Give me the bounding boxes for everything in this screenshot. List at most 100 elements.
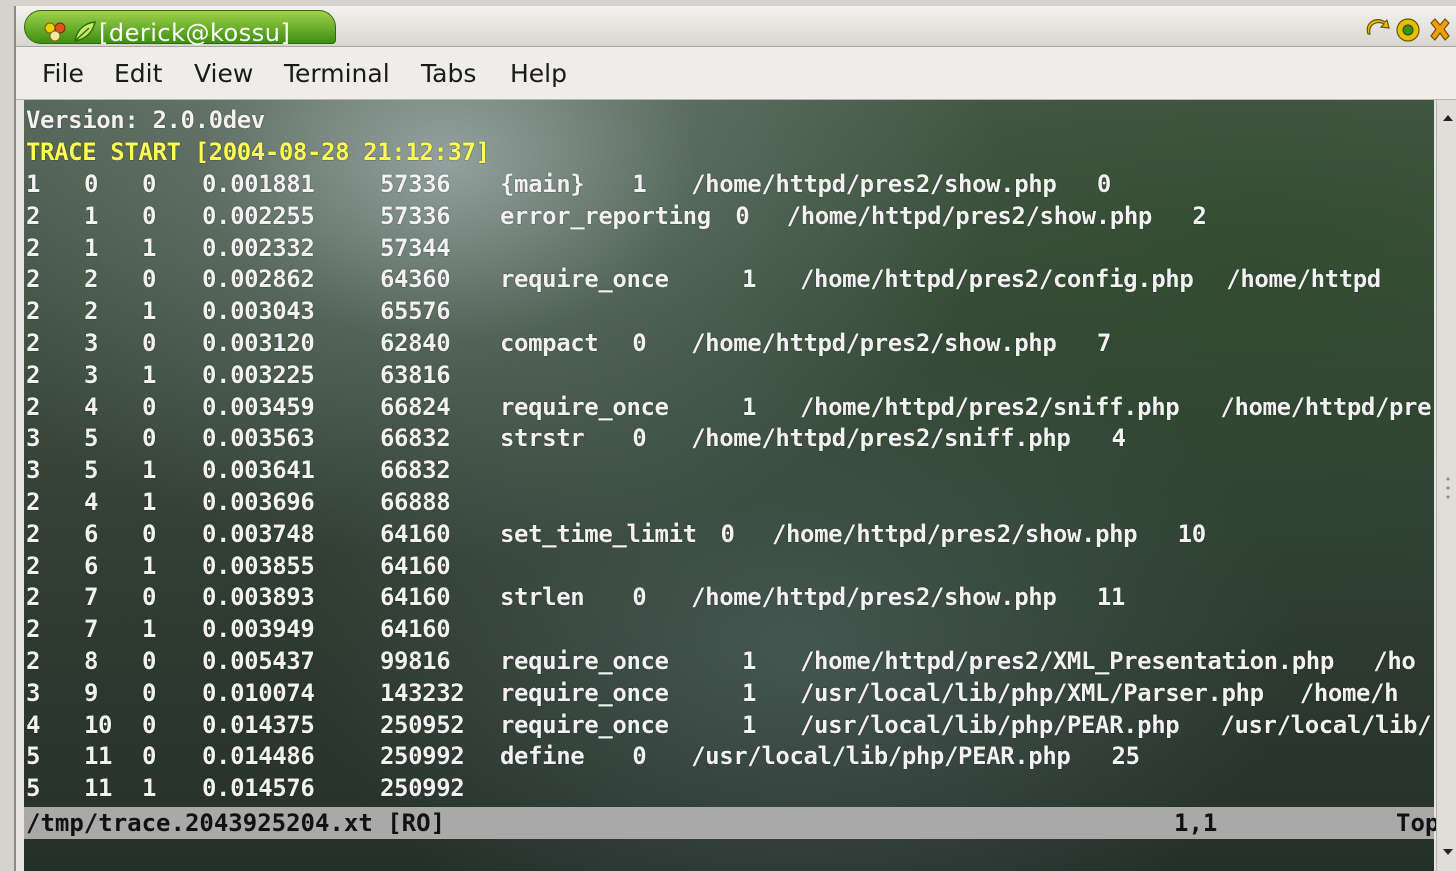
trace-cell-time: 0.003949 xyxy=(202,615,315,644)
trace-cell-function-name: strstr xyxy=(500,424,585,453)
trace-cell-memory: 64160 xyxy=(380,615,451,644)
trace-cell-exit-flag: 1 xyxy=(142,456,157,485)
close-icon[interactable] xyxy=(1426,16,1454,44)
trace-cell-time: 0.003748 xyxy=(202,519,315,548)
trace-cell-exit-flag: 0 xyxy=(142,424,157,453)
trace-cell-filename: /home/httpd/pres2/show.php xyxy=(786,201,1153,230)
trace-cell-line-or-extra: 2 xyxy=(1192,201,1207,230)
scroll-up-icon[interactable] xyxy=(1439,108,1456,128)
trace-cell-memory: 66832 xyxy=(380,424,451,453)
trace-cell-time: 0.002332 xyxy=(202,233,315,262)
trace-cell-memory: 66824 xyxy=(380,392,451,421)
status-cursor-position: 1,1 xyxy=(1174,809,1218,837)
trace-cell-filename: /home/httpd/pres2/XML_Presentation.php xyxy=(800,647,1334,675)
trace-cell-exit-flag: 1 xyxy=(142,233,157,262)
trace-cell-line-or-extra: 4 xyxy=(1111,424,1126,453)
menu-terminal[interactable]: Terminal xyxy=(284,59,390,88)
titlebar[interactable]: [derick@kossu] xyxy=(16,6,1456,47)
trace-cell-line-or-extra: /home/httpd xyxy=(1226,265,1381,294)
trace-cell-memory: 64160 xyxy=(380,551,451,580)
trace-cell-memory: 57336 xyxy=(380,201,451,230)
trace-cell-filename: /home/httpd/pres2/sniff.php xyxy=(800,392,1180,421)
trace-cell-exit-flag: 1 xyxy=(142,360,157,389)
maximize-icon[interactable] xyxy=(1394,16,1422,44)
trace-cell-func-number: 3 xyxy=(84,329,99,357)
trace-cell-exit-flag: 0 xyxy=(142,742,157,771)
trace-cell-line-or-extra: /ho xyxy=(1373,647,1416,675)
trace-cell-time: 0.003893 xyxy=(202,583,315,612)
trace-cell-exit-flag: 1 xyxy=(142,774,157,803)
trace-cell-filename: /usr/local/lib/php/XML/Parser.php xyxy=(800,678,1264,707)
trace-cell-time: 0.002255 xyxy=(202,201,315,230)
vertical-scrollbar[interactable] xyxy=(1436,100,1456,871)
trace-cell-level: 1 xyxy=(26,170,41,198)
trace-cell-memory: 66888 xyxy=(380,488,451,516)
trace-cell-user-defined: 1 xyxy=(632,170,647,198)
trace-cell-time: 0.003043 xyxy=(202,297,315,326)
trace-cell-time: 0.005437 xyxy=(202,647,315,675)
trace-cell-function-name: require_once xyxy=(500,678,669,707)
trace-cell-func-number: 8 xyxy=(84,647,99,675)
trace-cell-func-number: 7 xyxy=(84,583,99,612)
trace-cell-level: 2 xyxy=(26,360,41,389)
trace-cell-filename: /home/httpd/pres2/show.php xyxy=(691,329,1057,357)
title-tab[interactable]: [derick@kossu] xyxy=(24,10,336,47)
trace-cell-line-or-extra: 10 xyxy=(1177,519,1207,548)
menu-file[interactable]: File xyxy=(42,59,84,88)
trace-cell-level: 2 xyxy=(26,615,41,644)
trace-cell-function-name: error_reporting xyxy=(500,201,711,230)
trace-cell-memory: 62840 xyxy=(380,329,451,357)
trace-cell-memory: 250952 xyxy=(380,710,465,739)
terminal-output[interactable]: Version: 2.0.0dev TRACE START [2004-08-2… xyxy=(24,100,1434,871)
app-icon[interactable] xyxy=(43,21,67,43)
trace-cell-func-number: 11 xyxy=(84,742,113,771)
trace-cell-function-name: require_once xyxy=(500,392,669,421)
trace-cell-func-number: 6 xyxy=(84,519,99,548)
scrollbar-grip-icon[interactable] xyxy=(1445,475,1451,501)
trace-cell-func-number: 1 xyxy=(84,233,99,262)
trace-cell-func-number: 10 xyxy=(84,710,113,739)
trace-cell-memory: 57344 xyxy=(380,233,451,262)
trace-cell-level: 2 xyxy=(26,265,41,294)
trace-cell-memory: 65576 xyxy=(380,297,451,326)
trace-cell-line-or-extra: /home/h xyxy=(1299,678,1399,707)
trace-cell-function-name: define xyxy=(500,742,585,771)
menu-help[interactable]: Help xyxy=(510,59,567,88)
trace-cell-user-defined: 0 xyxy=(632,329,647,357)
trace-cell-exit-flag: 1 xyxy=(142,297,157,326)
trace-cell-level: 5 xyxy=(26,774,41,803)
status-scroll-position: Top xyxy=(1396,809,1440,837)
minimize-icon[interactable] xyxy=(1364,16,1392,44)
trace-cell-memory: 63816 xyxy=(380,360,451,389)
trace-cell-time: 0.003120 xyxy=(202,329,315,357)
trace-cell-exit-flag: 0 xyxy=(142,647,157,675)
trace-cell-line-or-extra: 7 xyxy=(1096,329,1111,357)
menu-edit[interactable]: Edit xyxy=(114,59,162,88)
status-filename: /tmp/trace.2043925204.xt [RO] xyxy=(26,809,446,837)
trace-cell-user-defined: 0 xyxy=(735,201,750,230)
trace-cell-user-defined: 1 xyxy=(742,392,757,421)
trace-cell-line-or-extra: /usr/local/lib/ xyxy=(1220,710,1432,739)
scroll-down-icon[interactable] xyxy=(1439,842,1456,862)
trace-cell-level: 3 xyxy=(26,678,41,707)
trace-cell-line-or-extra: 11 xyxy=(1096,583,1126,612)
trace-cell-line-or-extra: /home/httpd/pre xyxy=(1220,392,1432,421)
trace-cell-level: 2 xyxy=(26,201,41,230)
trace-cell-exit-flag: 0 xyxy=(142,583,157,612)
trace-cell-user-defined: 0 xyxy=(720,519,735,548)
menu-tabs[interactable]: Tabs xyxy=(421,59,476,88)
trace-start-line: TRACE START [2004-08-28 21:12:37] xyxy=(26,138,490,166)
trace-cell-level: 3 xyxy=(26,456,41,485)
trace-cell-filename: /home/httpd/pres2/config.php xyxy=(800,265,1194,294)
trace-cell-memory: 64160 xyxy=(380,519,451,548)
trace-cell-time: 0.014486 xyxy=(202,742,315,771)
trace-cell-function-name: {main} xyxy=(500,170,585,198)
trace-cell-level: 2 xyxy=(26,551,41,580)
version-line: Version: 2.0.0dev xyxy=(26,106,265,134)
trace-cell-level: 4 xyxy=(26,710,41,739)
menu-view[interactable]: View xyxy=(194,59,253,88)
trace-cell-user-defined: 1 xyxy=(742,710,757,739)
trace-cell-filename: /home/httpd/pres2/show.php xyxy=(771,519,1138,548)
window-title: [derick@kossu] xyxy=(99,19,291,47)
trace-cell-user-defined: 1 xyxy=(742,678,757,707)
